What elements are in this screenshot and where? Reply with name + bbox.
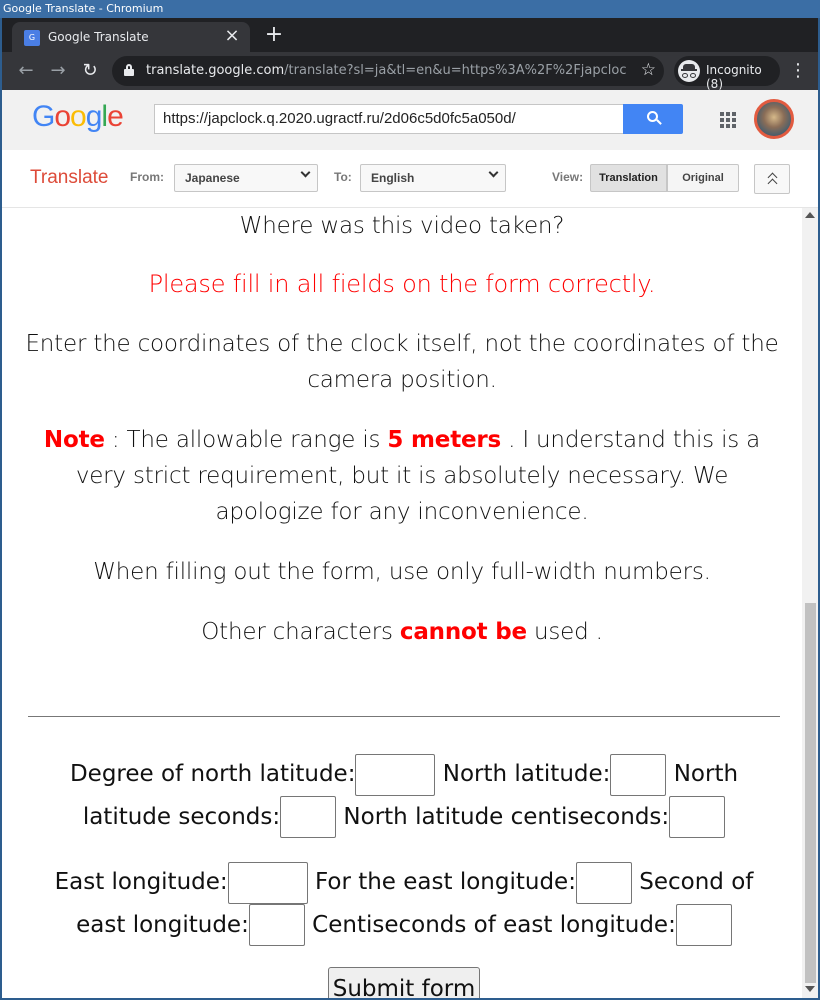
page-scrollbar[interactable] — [802, 208, 818, 998]
submit-form-button[interactable]: Submit form — [328, 967, 480, 998]
os-window-title: Google Translate - Chromium — [0, 0, 820, 18]
fullwidth-instruction: When filling out the form, use only full… — [93, 559, 711, 585]
lon-minute-input[interactable] — [575, 861, 632, 904]
view-translation-button[interactable]: Translation — [590, 164, 667, 192]
to-language-select[interactable]: English — [360, 164, 506, 192]
translate-toolbar: Translate From: Japanese To: English Vie… — [2, 150, 818, 208]
to-language-value: English — [371, 171, 415, 185]
chevron-down-icon — [300, 167, 311, 178]
search-button[interactable] — [623, 104, 683, 134]
note-text-1: : The allowable range is — [104, 427, 388, 453]
incognito-label: Incognito (8) — [706, 63, 762, 91]
account-avatar[interactable] — [754, 99, 794, 139]
incognito-icon — [678, 60, 700, 82]
latitude-form-row: Degree of north latitude: North latitude… — [32, 753, 776, 838]
lat-degree-input[interactable] — [355, 753, 436, 796]
scroll-down-arrow-icon[interactable] — [805, 986, 815, 992]
from-label: From: — [130, 170, 164, 184]
google-logo[interactable]: Google — [32, 100, 124, 134]
incognito-indicator[interactable]: Incognito (8) — [674, 56, 780, 91]
reload-icon[interactable]: ↻ — [78, 59, 102, 83]
lon-second-input[interactable] — [248, 904, 305, 946]
from-language-select[interactable]: Japanese — [174, 164, 318, 192]
other-chars-text-2: used . — [526, 619, 603, 645]
tab-strip: G Google Translate × + — [2, 18, 818, 52]
coords-instruction: Enter the coordinates of the clock itsel… — [25, 331, 779, 393]
lon-centisecond-input[interactable] — [675, 904, 732, 946]
collapse-toolbar-button[interactable] — [754, 164, 790, 194]
note-range: 5 meters — [387, 427, 502, 453]
lon-minute-label: For the east longitude: — [307, 869, 576, 895]
note-paragraph: Note : The allowable range is 5 meters .… — [2, 422, 802, 530]
lat-second-input[interactable] — [280, 796, 337, 838]
back-arrow-icon[interactable]: ← — [14, 59, 38, 83]
bookmark-star-icon[interactable]: ☆ — [641, 60, 656, 80]
view-original-button[interactable]: Original — [667, 164, 739, 192]
google-apps-icon[interactable] — [720, 112, 736, 128]
divider — [28, 716, 780, 717]
address-bar-url[interactable]: translate.google.com/translate?sl=ja&tl=… — [146, 63, 626, 78]
scroll-up-arrow-icon[interactable] — [805, 212, 815, 218]
google-header: Google https://japclock.q.2020.ugractf.r… — [2, 90, 818, 150]
view-label: View: — [552, 170, 584, 184]
chevron-down-icon — [488, 167, 499, 178]
lon-degree-input[interactable] — [227, 861, 308, 904]
to-label: To: — [334, 170, 352, 184]
from-language-value: Japanese — [185, 171, 240, 185]
lat-centisecond-label: North latitude centiseconds: — [336, 803, 670, 830]
lat-minute-input[interactable] — [610, 753, 667, 796]
google-translate-favicon-icon: G — [24, 30, 40, 46]
lon-centisecond-label: Centiseconds of east longitude: — [304, 911, 676, 938]
translate-title[interactable]: Translate — [30, 167, 109, 189]
question-heading: Where was this video taken? — [239, 213, 565, 239]
tab-title: Google Translate — [48, 30, 149, 44]
lock-icon — [124, 64, 134, 76]
note-label: Note — [43, 427, 105, 453]
lat-minute-label: North latitude: — [435, 761, 611, 787]
browser-menu-icon[interactable]: ⋮ — [788, 60, 808, 82]
browser-window: G Google Translate × + ← → ↻ translate.g… — [0, 18, 820, 1000]
translated-page: Where was this video taken? Please fill … — [2, 208, 802, 998]
new-tab-button[interactable]: + — [262, 24, 286, 48]
lat-degree-label: Degree of north latitude: — [69, 761, 356, 787]
address-bar[interactable]: translate.google.com/translate?sl=ja&tl=… — [112, 56, 664, 86]
translate-url-input[interactable]: https://japclock.q.2020.ugractf.ru/2d06c… — [154, 104, 624, 134]
browser-toolbar: ← → ↻ translate.google.com/translate?sl=… — [2, 52, 818, 91]
close-tab-icon[interactable]: × — [222, 26, 242, 46]
tab-google-translate[interactable]: G Google Translate × — [12, 22, 250, 52]
fill-notice: Please fill in all fields on the form co… — [148, 270, 656, 298]
url-path: /translate?sl=ja&tl=en&u=https%3A%2F%2Fj… — [284, 63, 626, 78]
other-chars-red: cannot be — [399, 619, 527, 645]
lat-centisecond-input[interactable] — [669, 796, 726, 838]
other-chars-text-1: Other characters — [201, 619, 400, 645]
scrollbar-thumb[interactable] — [805, 603, 816, 983]
url-host: translate.google.com — [146, 63, 285, 78]
other-chars-notice: Other characters cannot be used . — [2, 614, 802, 650]
forward-arrow-icon[interactable]: → — [46, 59, 70, 83]
lon-degree-label: East longitude: — [54, 869, 228, 895]
longitude-form-row: East longitude: For the east longitude: … — [32, 861, 776, 946]
